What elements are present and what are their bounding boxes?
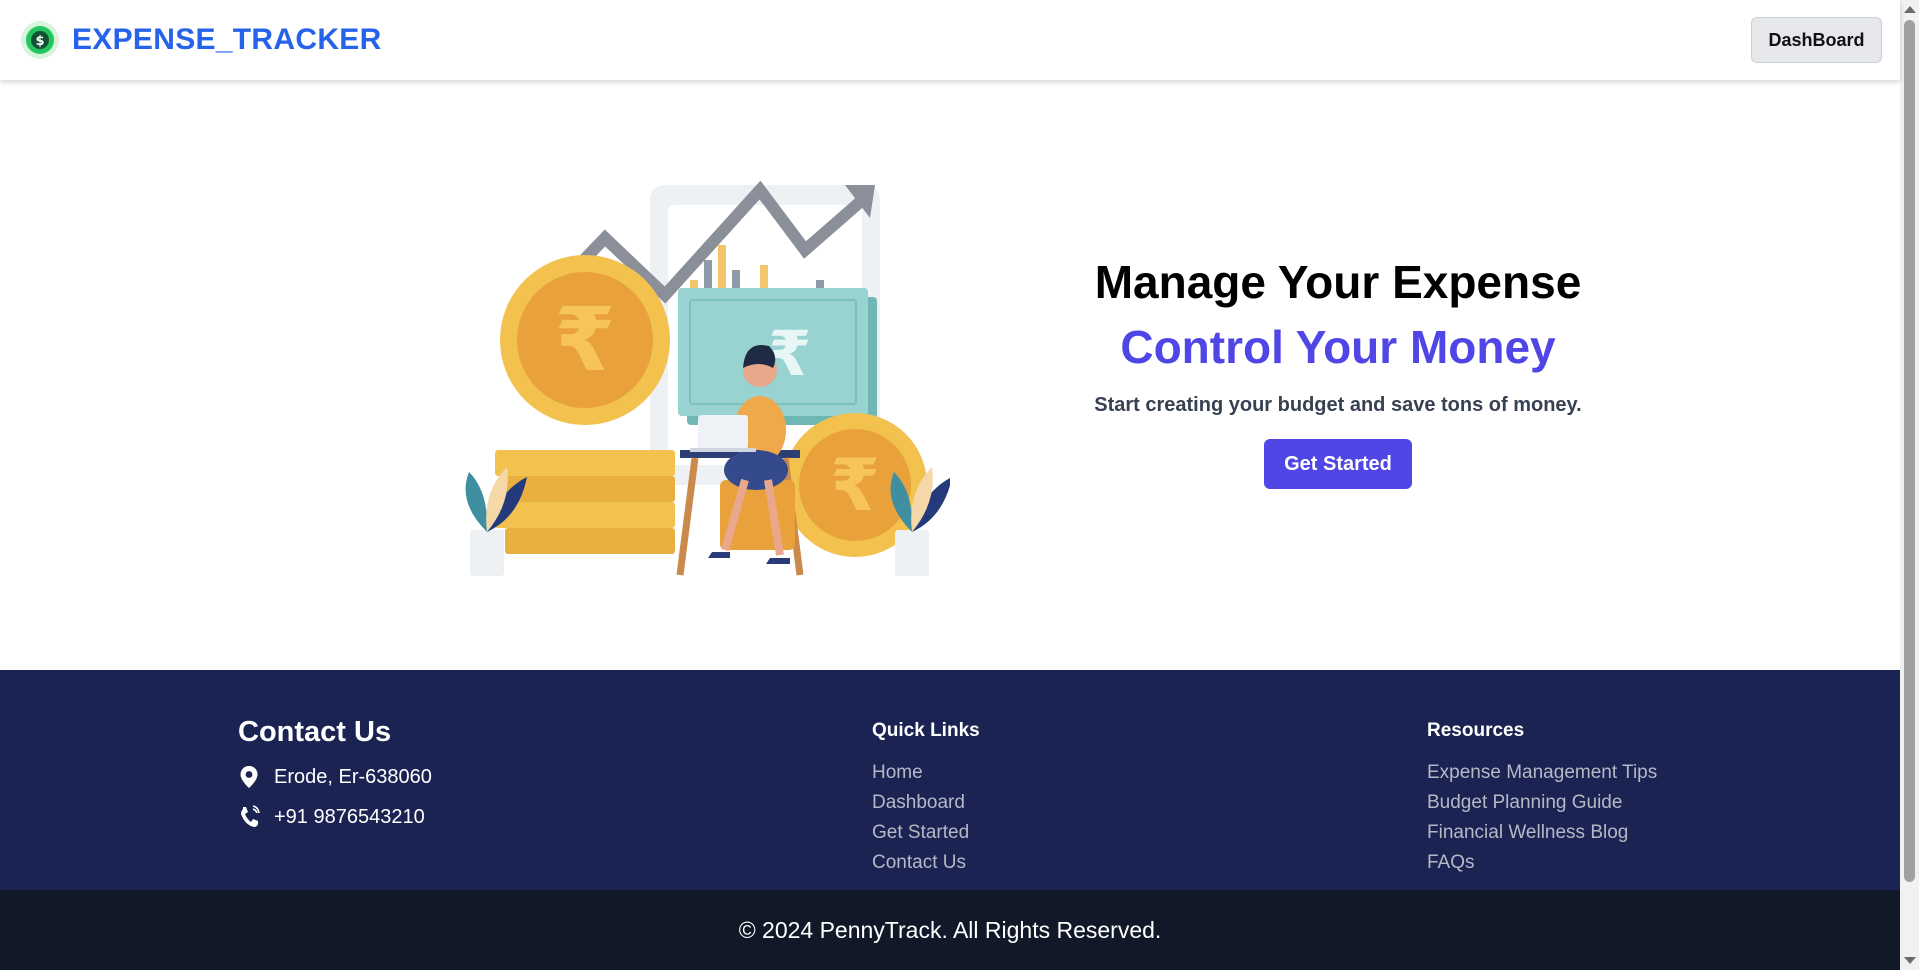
resource-link-wellness-blog[interactable]: Financial Wellness Blog xyxy=(1427,822,1628,843)
quick-links-section: Quick Links Home Dashboard Get Started C… xyxy=(872,720,980,882)
scroll-down-arrow-icon[interactable] xyxy=(1904,957,1916,964)
contact-phone: +91 9876543210 xyxy=(238,805,432,829)
dashboard-button[interactable]: DashBoard xyxy=(1751,17,1882,63)
hero-subtitle: Control Your Money xyxy=(1120,321,1556,373)
contact-address: Erode, Er-638060 xyxy=(238,765,432,789)
finance-illustration: ₹ ₹ ₹ xyxy=(465,180,950,576)
contact-title: Contact Us xyxy=(238,716,392,748)
hero-section: ₹ ₹ ₹ Manage Your Expense Control Your M… xyxy=(0,80,1900,670)
svg-text:₹: ₹ xyxy=(768,317,811,390)
address-text: Erode, Er-638060 xyxy=(274,765,432,788)
copyright-bar: © 2024 PennyTrack. All Rights Reserved. xyxy=(0,890,1900,970)
resource-link-budget-guide[interactable]: Budget Planning Guide xyxy=(1427,792,1622,813)
footer-link-dashboard[interactable]: Dashboard xyxy=(872,792,965,813)
location-pin-icon xyxy=(240,766,258,788)
get-started-button[interactable]: Get Started xyxy=(1264,439,1412,489)
brand-name: EXPENSE_TRACKER xyxy=(72,23,382,56)
scroll-up-arrow-icon[interactable] xyxy=(1904,6,1916,13)
phone-icon xyxy=(241,805,260,827)
copyright-text: © 2024 PennyTrack. All Rights Reserved. xyxy=(738,916,1162,943)
contact-section: Contact Us Erode, Er-638060 +91 98765432… xyxy=(238,716,432,829)
resource-link-faqs[interactable]: FAQs xyxy=(1427,852,1475,873)
footer-link-contact-us[interactable]: Contact Us xyxy=(872,852,966,873)
resources-title: Resources xyxy=(1427,720,1525,741)
svg-text:$: $ xyxy=(35,34,44,49)
scrollbar-thumb[interactable] xyxy=(1904,20,1915,882)
svg-text:₹: ₹ xyxy=(830,443,880,527)
resource-link-expense-tips[interactable]: Expense Management Tips xyxy=(1427,762,1657,783)
footer: Contact Us Erode, Er-638060 +91 98765432… xyxy=(0,670,1900,890)
hero-description: Start creating your budget and save tons… xyxy=(1094,394,1582,416)
brand-link[interactable]: $ EXPENSE_TRACKER xyxy=(20,20,382,60)
hero-text: Manage Your Expense Control Your Money S… xyxy=(1038,250,1638,489)
resources-section: Resources Expense Management Tips Budget… xyxy=(1427,720,1657,882)
navbar: $ EXPENSE_TRACKER DashBoard xyxy=(0,0,1900,80)
footer-link-get-started[interactable]: Get Started xyxy=(872,822,969,843)
quick-links-title: Quick Links xyxy=(872,720,980,741)
money-leaf-icon: $ xyxy=(21,21,59,59)
phone-text: +91 9876543210 xyxy=(274,805,425,828)
vertical-scrollbar[interactable] xyxy=(1900,0,1919,970)
svg-text:₹: ₹ xyxy=(554,288,615,391)
footer-link-home[interactable]: Home xyxy=(872,762,923,783)
hero-title: Manage Your Expense xyxy=(1094,256,1582,308)
